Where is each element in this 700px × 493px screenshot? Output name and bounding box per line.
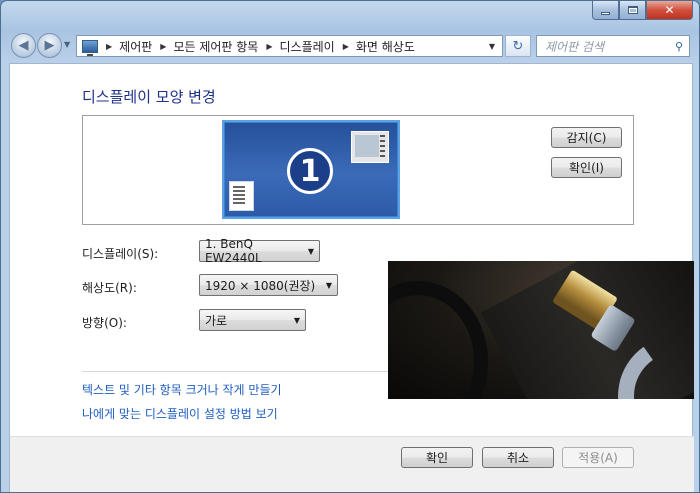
preview-document-icon [229, 181, 254, 211]
monitor-1-tile[interactable]: 1 [222, 120, 400, 219]
back-button[interactable]: ◀ [11, 33, 36, 58]
breadcrumb-control-panel[interactable]: 제어판 [119, 38, 152, 55]
close-icon: ✕ [664, 3, 675, 17]
search-box[interactable]: 제어판 검색 ⚲ [536, 35, 690, 57]
display-label: 디스플레이(S): [82, 247, 159, 261]
display-select-value: 1. BenQ EW2440L [205, 237, 262, 265]
apply-button[interactable]: 적용(A) [562, 447, 634, 468]
preview-window-icon [351, 131, 389, 163]
address-bar[interactable]: ▶ 제어판 ▶ 모든 제어판 항목 ▶ 디스플레이 ▶ 화면 해상도 ▼ [76, 35, 503, 57]
breadcrumb-screen-resolution[interactable]: 화면 해상도 [356, 38, 415, 55]
detect-button[interactable]: 감지(C) [551, 127, 622, 148]
content-pane: 디스플레이 모양 변경 1 감지(C) 확인(I) 디스플레이(S): 1. B… [9, 63, 694, 492]
forward-button[interactable]: ▶ [37, 33, 62, 58]
maximize-icon [627, 6, 638, 14]
chevron-down-icon: ▼ [293, 315, 300, 325]
display-select[interactable]: 1. BenQ EW2440L ▼ [199, 237, 320, 265]
monitor-number-badge: 1 [287, 148, 333, 194]
monitor-arrangement-panel: 1 감지(C) 확인(I) [82, 115, 634, 225]
control-panel-window: ✕ ◀ ▶ ▼ ▶ 제어판 ▶ 모든 제어판 항목 ▶ 디스플레이 ▶ 화면 해… [0, 0, 700, 493]
orientation-select[interactable]: 가로 ▼ [199, 309, 306, 331]
chevron-down-icon: ▼ [325, 280, 332, 290]
resolution-label: 해상도(R): [82, 281, 137, 295]
address-dropdown-icon[interactable]: ▼ [489, 42, 495, 51]
breadcrumb-separator-icon[interactable]: ▶ [106, 42, 112, 51]
breadcrumb-separator-icon[interactable]: ▶ [266, 42, 272, 51]
window-caption-buttons: ✕ [592, 1, 693, 20]
ok-button[interactable]: 확인 [401, 447, 473, 468]
breadcrumb-display[interactable]: 디스플레이 [280, 38, 335, 55]
close-button[interactable]: ✕ [646, 1, 693, 20]
refresh-icon: ↻ [512, 38, 524, 54]
navigation-bar: ◀ ▶ ▼ ▶ 제어판 ▶ 모든 제어판 항목 ▶ 디스플레이 ▶ 화면 해상도… [1, 31, 699, 61]
breadcrumb-all-items[interactable]: 모든 제어판 항목 [173, 38, 258, 55]
breadcrumb-separator-icon[interactable]: ▶ [160, 42, 166, 51]
chevron-down-icon: ▼ [307, 246, 314, 256]
orientation-label: 방향(O): [82, 316, 127, 330]
identify-button[interactable]: 확인(I) [551, 157, 622, 178]
control-panel-icon [82, 39, 98, 56]
maximize-button[interactable] [619, 1, 646, 20]
search-icon[interactable]: ⚲ [675, 40, 683, 53]
hdmi-cable-photo [388, 261, 694, 399]
text-size-link[interactable]: 텍스트 및 기타 항목 크거나 작게 만들기 [82, 381, 282, 398]
page-title: 디스플레이 모양 변경 [82, 88, 216, 106]
resolution-select-value: 1920 × 1080(권장) [205, 278, 316, 293]
section-divider [82, 371, 388, 372]
minimize-icon [601, 11, 610, 15]
search-placeholder: 제어판 검색 [545, 39, 605, 54]
recent-pages-dropdown[interactable]: ▼ [64, 40, 70, 49]
monitor-preview: 1 [225, 123, 397, 216]
photo-black-cable [388, 281, 488, 399]
display-help-link[interactable]: 나에게 맞는 디스플레이 설정 방법 보기 [82, 405, 278, 422]
minimize-button[interactable] [592, 1, 619, 20]
resolution-select[interactable]: 1920 × 1080(권장) ▼ [199, 274, 338, 296]
refresh-button[interactable]: ↻ [505, 35, 531, 57]
cancel-button[interactable]: 취소 [482, 447, 554, 468]
orientation-select-value: 가로 [205, 313, 228, 328]
breadcrumb-separator-icon[interactable]: ▶ [343, 42, 349, 51]
back-arrow-icon: ◀ [18, 38, 29, 53]
forward-arrow-icon: ▶ [44, 38, 55, 53]
